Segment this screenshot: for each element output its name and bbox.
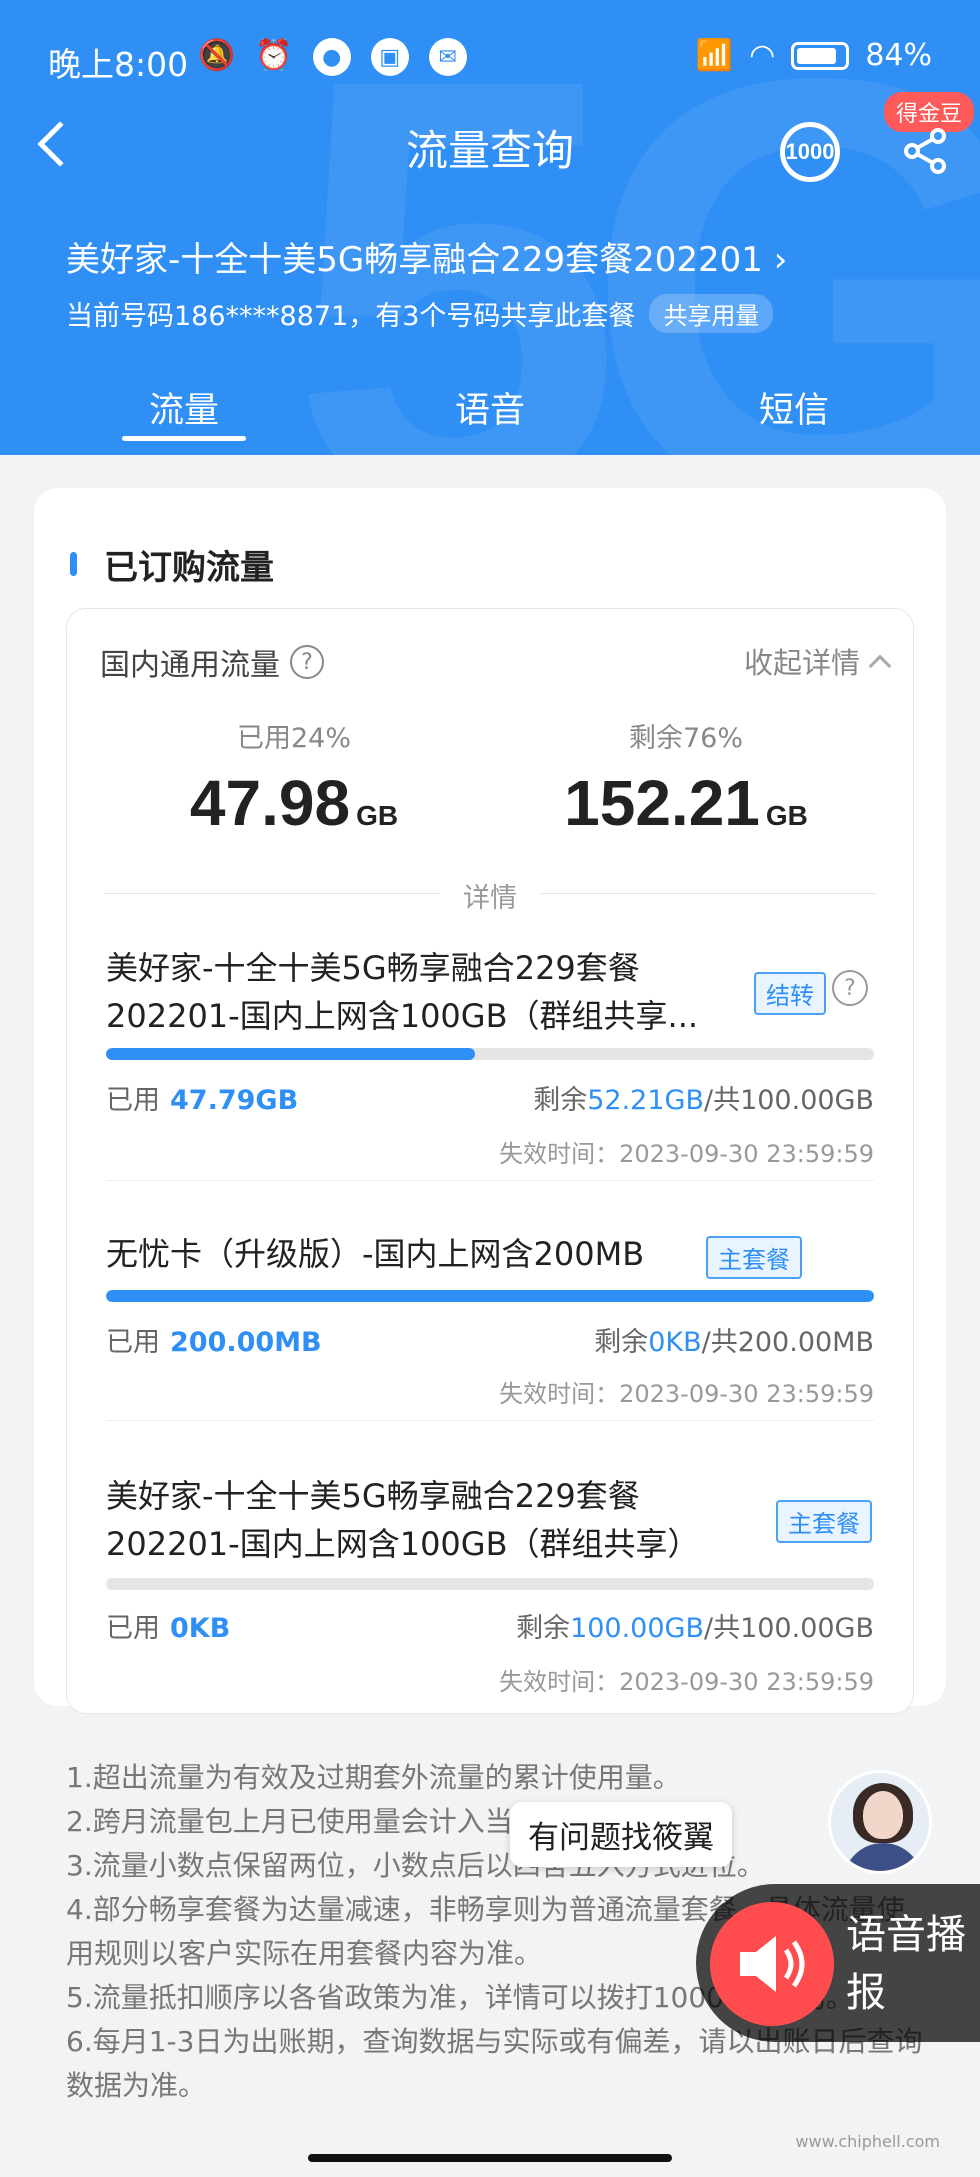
status-time: 晚上8:00 [48, 45, 189, 84]
package-name-link[interactable]: 美好家-十全十美5G畅享融合229套餐202201 › [66, 232, 787, 281]
domestic-data-label-row: 国内通用流量 ? [100, 640, 324, 684]
usage-progress-bar [106, 1048, 874, 1060]
used-amount: 已用 47.79GB [106, 1085, 299, 1116]
shared-usage-tag[interactable]: 共享用量 [649, 294, 774, 333]
used-summary: 已用24% 47.98 GB [144, 716, 444, 835]
assistant-bubble[interactable]: 有问题找筱翼 [510, 1802, 732, 1867]
current-number-text: 当前号码186****8871，有3个号码共享此套餐 [66, 301, 636, 332]
customer-service-icon[interactable]: 1000 [780, 122, 840, 182]
collapse-label: 收起详情 [743, 646, 860, 680]
active-tab-indicator [122, 436, 246, 441]
chevron-up-icon [868, 654, 892, 678]
package-item-name: 美好家-十全十美5G畅享融合229套餐202201-国内上网含100GB（群组共… [106, 1477, 700, 1563]
note-item: 3.流量小数点保留两位，小数点后以四舍五入方式进位。 [66, 1849, 765, 1882]
used-amount: 已用 0KB [106, 1613, 231, 1644]
tab-bar: 流量 语音 短信 [0, 372, 980, 452]
carryover-tag: 结转 [754, 972, 826, 1015]
usage-progress-bar [106, 1578, 874, 1590]
used-percent-label: 已用24% [236, 723, 351, 754]
section-accent-bar [70, 552, 77, 576]
voice-broadcast-label[interactable]: 语音播报 [846, 1906, 966, 2022]
alarm-icon: ⏰ [255, 38, 293, 73]
item-separator [106, 1180, 874, 1181]
main-package-tag: 主套餐 [776, 1500, 872, 1543]
used-amount: 已用 200.00MB [106, 1327, 322, 1358]
watermark: www.chiphell.com [795, 2132, 940, 2151]
app-icon: ▣ [370, 38, 409, 76]
main-package-tag: 主套餐 [706, 1236, 802, 1279]
status-right: 📶 ◠ 84% [696, 38, 932, 73]
battery-icon [791, 41, 850, 70]
help-icon[interactable]: ? [290, 645, 324, 679]
tab-sms[interactable]: 短信 [694, 382, 894, 433]
remain-total-value: 152.21 GB [564, 767, 808, 839]
note-item: 2.跨月流量包上月已使用量会计入当月已使用量中。 [66, 1805, 709, 1838]
remain-amount: 剩余100.00GB/共100.00GB [516, 1613, 874, 1644]
remain-amount: 剩余52.21GB/共100.00GB [533, 1085, 874, 1116]
item-separator [106, 1420, 874, 1421]
signal-icon: 📶 [695, 38, 734, 73]
assistant-avatar[interactable] [828, 1770, 932, 1874]
domestic-data-label: 国内通用流量 [100, 648, 280, 683]
mute-icon: 🔕 [198, 38, 236, 73]
remain-amount: 剩余0KB/共200.00MB [594, 1327, 874, 1358]
remain-summary: 剩余76% 152.21 GB [536, 716, 836, 835]
usage-progress-fill [106, 1290, 874, 1302]
battery-level: 84% [865, 38, 932, 73]
details-label: 详情 [440, 876, 540, 915]
used-total-value: 47.98 GB [189, 767, 399, 839]
usage-progress-fill [106, 1048, 475, 1060]
section-title: 已订购流量 [104, 548, 274, 588]
home-indicator[interactable] [308, 2154, 672, 2162]
help-icon[interactable]: ? [832, 970, 868, 1006]
wechat-icon: ● [312, 38, 351, 76]
current-number-line: 当前号码186****8871，有3个号码共享此套餐 共享用量 [66, 294, 774, 333]
package-item-name: 美好家-十全十美5G畅享融合229套餐202201-国内上网含100GB（群组共… [106, 949, 699, 1035]
speaker-icon[interactable] [710, 1902, 834, 2026]
expire-time: 失效时间：2023-09-30 23:59:59 [499, 1668, 874, 1696]
mail-icon: ✉ [428, 38, 467, 76]
package-item-name: 无忧卡（升级版）-国内上网含200MB [106, 1235, 645, 1273]
expire-time: 失效时间：2023-09-30 23:59:59 [499, 1140, 874, 1168]
remain-percent-label: 剩余76% [628, 723, 743, 754]
note-item: 1.超出流量为有效及过期套外流量的累计使用量。 [66, 1761, 681, 1794]
wifi-icon: ◠ [749, 38, 776, 73]
expire-time: 失效时间：2023-09-30 23:59:59 [499, 1380, 874, 1408]
status-notification-icons: 🔕 ⏰ ● ▣ ✉ [198, 38, 467, 76]
header: 5G 晚上8:00 🔕 ⏰ ● ▣ ✉ 📶 ◠ 84% 流量查询 1000 得金… [0, 0, 980, 455]
tab-voice[interactable]: 语音 [390, 382, 590, 433]
tab-data[interactable]: 流量 [84, 382, 284, 433]
collapse-details-button[interactable]: 收起详情 [743, 640, 892, 682]
share-icon[interactable] [900, 126, 950, 176]
status-bar: 晚上8:00 🔕 ⏰ ● ▣ ✉ 📶 ◠ 84% [0, 0, 980, 118]
usage-progress-bar [106, 1290, 874, 1302]
